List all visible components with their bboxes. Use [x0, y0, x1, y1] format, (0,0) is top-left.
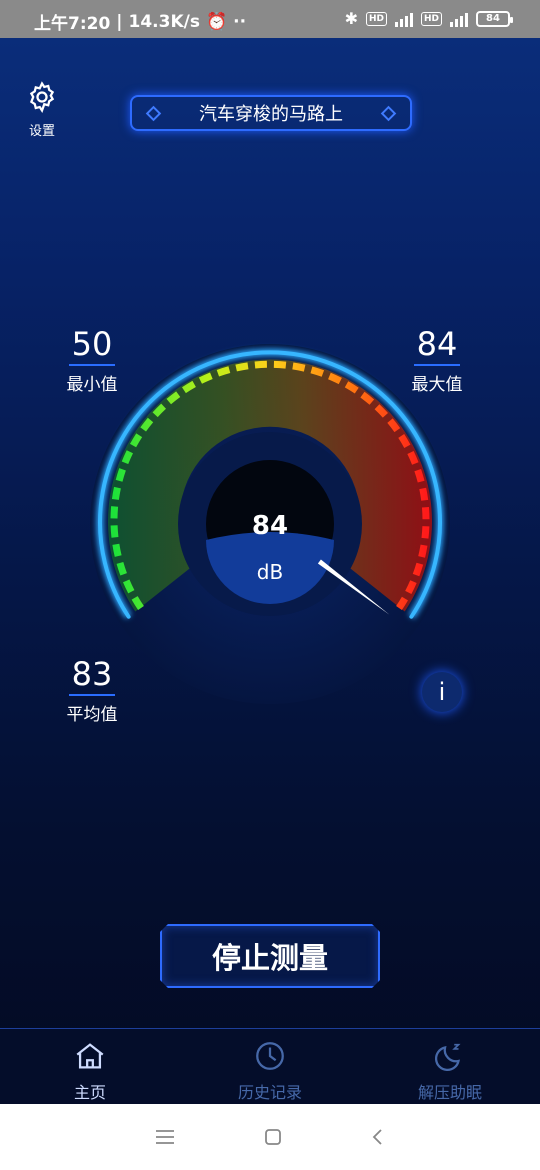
nav-relax-label: 解压助眠	[417, 1083, 482, 1102]
more-dots-icon: ··	[233, 11, 247, 32]
battery-icon: 84	[476, 10, 513, 27]
signal-icon	[394, 11, 413, 27]
hd-badge: HD	[365, 11, 387, 26]
signal-icon-2	[450, 11, 468, 27]
info-button[interactable]: i	[422, 672, 462, 712]
nav-home-label: 主页	[73, 1083, 106, 1102]
status-left: 上午7:20 | 14.3K/s ⏰ ··	[34, 9, 247, 35]
scene-text: 汽车穿梭的马路上	[199, 104, 343, 125]
clock-icon	[256, 1042, 284, 1070]
settings-label: 设置	[28, 124, 55, 139]
status-bar: 上午7:20 | 14.3K/s ⏰ ·· ✱ HD HD 84	[0, 0, 540, 38]
hd-badge-2: HD	[420, 11, 442, 26]
gear-icon	[29, 81, 55, 113]
settings-button[interactable]: 设置	[22, 80, 62, 139]
menu-icon[interactable]	[154, 1128, 176, 1146]
nav-relax[interactable]: 解压助眠	[360, 1029, 540, 1104]
stop-measure-button[interactable]: 停止测量	[160, 924, 380, 988]
status-right: ✱ HD HD 84	[344, 9, 513, 28]
separator: |	[116, 11, 123, 32]
decibel-gauge: 84 dB	[90, 344, 450, 704]
app-screen: 设置 汽车穿梭的马路上 50 最小值 84 最大值 83 平均值 84 dB i…	[0, 38, 540, 1104]
gauge-unit: dB	[257, 560, 283, 584]
diamond-right-icon	[380, 105, 397, 121]
clock: 上午7:20	[34, 14, 111, 34]
nav-history[interactable]: 历史记录	[180, 1029, 360, 1104]
moon-icon	[434, 1043, 461, 1072]
home-square-icon[interactable]	[263, 1127, 283, 1147]
network-speed: 14.3K/s	[128, 11, 200, 32]
nav-home[interactable]: 主页	[0, 1029, 180, 1104]
home-icon	[76, 1043, 104, 1069]
gauge-current-value: 84	[252, 511, 288, 541]
bottom-nav: 主页 历史记录 解压助眠	[0, 1028, 540, 1104]
back-icon[interactable]	[370, 1127, 386, 1147]
nav-history-label: 历史记录	[237, 1083, 302, 1102]
system-nav-bar	[0, 1104, 540, 1170]
diamond-left-icon	[145, 105, 162, 121]
bluetooth-icon: ✱	[344, 9, 358, 28]
scene-selector[interactable]: 汽车穿梭的马路上	[130, 95, 412, 131]
alarm-icon: ⏰	[205, 11, 228, 32]
